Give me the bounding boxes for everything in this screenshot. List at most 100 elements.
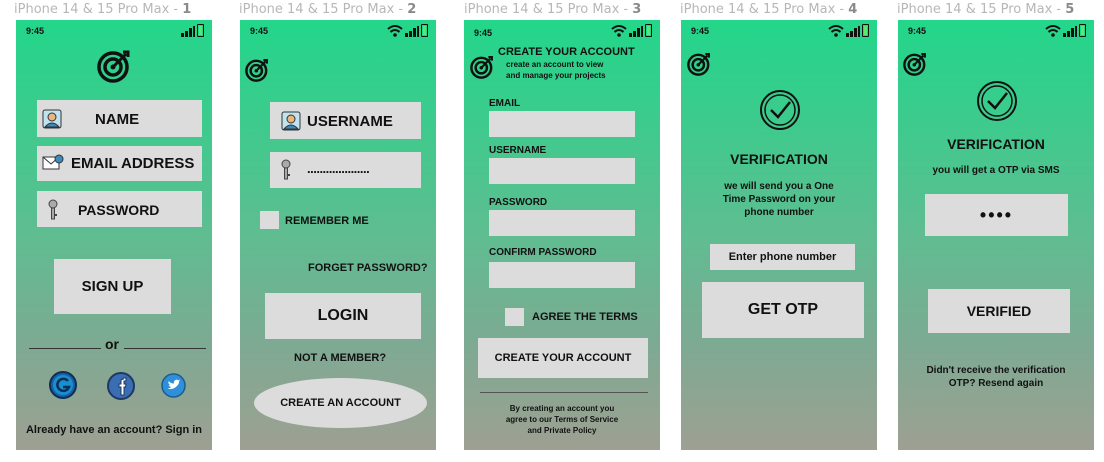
phone-number-input[interactable]: Enter phone number <box>710 244 855 270</box>
or-text: or <box>105 336 119 352</box>
battery-icon <box>862 24 869 37</box>
divider-left <box>29 348 101 349</box>
envelope-icon <box>42 154 64 170</box>
otp-input[interactable]: •••• <box>925 194 1068 236</box>
username-field[interactable] <box>489 158 635 184</box>
email-field[interactable]: EMAIL ADDRESS <box>37 146 202 181</box>
status-time: 9:45 <box>908 26 927 36</box>
description-line-2: Time Password on your <box>722 194 836 205</box>
target-logo-icon <box>245 59 268 82</box>
wifi-icon <box>1045 25 1061 37</box>
google-icon[interactable] <box>49 371 77 399</box>
wifi-icon <box>611 25 627 37</box>
resend-line-1: Didn't receive the verification <box>926 365 1066 376</box>
password-label: PASSWORD <box>78 202 160 218</box>
battery-icon <box>421 24 428 37</box>
facebook-icon[interactable] <box>107 372 135 400</box>
username-label: USERNAME <box>307 113 393 130</box>
target-logo-icon <box>97 50 130 83</box>
target-logo-icon <box>470 56 493 79</box>
phone-screen-register: 9:45 CREATE YOUR ACCOUNT create an accou… <box>464 20 660 450</box>
username-label: USERNAME <box>489 145 547 156</box>
user-avatar-icon <box>281 111 301 131</box>
agree-terms-checkbox[interactable] <box>505 308 524 326</box>
divider <box>480 392 648 393</box>
name-label: NAME <box>95 111 140 128</box>
status-time: 9:45 <box>26 26 45 36</box>
phone-screen-verification-phone: 9:45 VERIFICATION we will send you a One… <box>681 20 877 450</box>
username-field[interactable]: USERNAME <box>270 102 421 139</box>
verification-title: VERIFICATION <box>730 151 828 167</box>
status-time: 9:45 <box>474 28 493 38</box>
status-icons <box>828 24 869 37</box>
checkmark-circle-icon <box>760 90 800 130</box>
confirm-password-field[interactable] <box>489 262 635 288</box>
status-time: 9:45 <box>691 26 710 36</box>
signal-icon <box>1063 26 1077 37</box>
password-field[interactable]: .................... <box>270 152 421 188</box>
twitter-icon[interactable] <box>161 373 186 398</box>
battery-icon <box>645 24 652 37</box>
description-line-1: we will send you a One <box>724 181 834 192</box>
email-label: EMAIL ADDRESS <box>71 155 195 172</box>
frame-label-1: iPhone 14 & 15 Pro Max - 1 <box>14 2 192 17</box>
email-field[interactable] <box>489 111 635 137</box>
signup-button[interactable]: SIGN UP <box>54 259 171 314</box>
email-label: EMAIL <box>489 98 521 109</box>
name-field[interactable]: NAME <box>37 100 202 137</box>
key-icon <box>48 199 58 220</box>
key-icon <box>281 159 291 180</box>
battery-icon <box>1079 24 1086 37</box>
user-avatar-icon <box>42 109 62 129</box>
agree-terms-label: AGREE THE TERMS <box>532 311 638 323</box>
verification-title: VERIFICATION <box>947 136 1045 152</box>
subtitle-line-2: and manage your projects <box>506 71 606 80</box>
signin-link[interactable]: Already have an account? Sign in <box>16 424 212 436</box>
battery-icon <box>197 24 204 37</box>
terms-line-2[interactable]: agree to our Terms of Service <box>464 415 660 424</box>
status-icons <box>611 24 652 37</box>
phone-screen-signup: 9:45 NAME EMAIL ADDRESS PASSWORD SIGN UP… <box>16 20 212 450</box>
terms-line-3[interactable]: and Private Policy <box>464 426 660 435</box>
divider-right <box>124 348 206 349</box>
status-icons <box>181 24 204 37</box>
confirm-password-label: CONFIRM PASSWORD <box>489 247 597 258</box>
remember-me-label: REMEMBER ME <box>285 215 369 227</box>
page-title: CREATE YOUR ACCOUNT <box>498 46 635 58</box>
resend-link[interactable]: OTP? Resend again <box>898 378 1094 389</box>
login-button[interactable]: LOGIN <box>265 293 421 339</box>
not-member-text: NOT A MEMBER? <box>294 352 387 364</box>
signal-icon <box>181 26 195 37</box>
frame-label-3: iPhone 14 & 15 Pro Max - 3 <box>464 2 642 17</box>
remember-me-checkbox[interactable] <box>260 211 279 229</box>
verification-subtitle: you will get a OTP via SMS <box>932 165 1060 176</box>
frame-label-4: iPhone 14 & 15 Pro Max - 4 <box>680 2 858 17</box>
password-field[interactable]: PASSWORD <box>37 191 202 227</box>
frame-label-2: iPhone 14 & 15 Pro Max - 2 <box>239 2 417 17</box>
phone-screen-login: 9:45 USERNAME .................... REMEM… <box>240 20 436 450</box>
status-time: 9:45 <box>250 26 269 36</box>
target-logo-icon <box>903 53 926 76</box>
signal-icon <box>629 26 643 37</box>
phone-screen-verification-otp: 9:45 VERIFICATION you will get a OTP via… <box>898 20 1094 450</box>
wifi-icon <box>387 25 403 37</box>
subtitle-line-1: create an account to view <box>506 60 604 69</box>
target-logo-icon <box>687 53 710 76</box>
frame-label-5: iPhone 14 & 15 Pro Max - 5 <box>897 2 1075 17</box>
status-icons <box>1045 24 1086 37</box>
verified-button[interactable]: VERIFIED <box>928 289 1070 333</box>
terms-line-1: By creating an account you <box>509 404 615 413</box>
signal-icon <box>405 26 419 37</box>
description-line-3: phone number <box>744 207 814 218</box>
status-icons <box>387 24 428 37</box>
password-label: PASSWORD <box>489 197 548 208</box>
password-mask: .................... <box>307 161 370 176</box>
create-account-button[interactable]: CREATE YOUR ACCOUNT <box>478 338 648 378</box>
password-field[interactable] <box>489 210 635 236</box>
signal-icon <box>846 26 860 37</box>
create-account-button[interactable]: CREATE AN ACCOUNT <box>254 378 427 428</box>
get-otp-button[interactable]: GET OTP <box>702 282 864 338</box>
forget-password-link[interactable]: FORGET PASSWORD? <box>308 262 428 274</box>
wifi-icon <box>828 25 844 37</box>
checkmark-circle-icon <box>977 81 1017 121</box>
